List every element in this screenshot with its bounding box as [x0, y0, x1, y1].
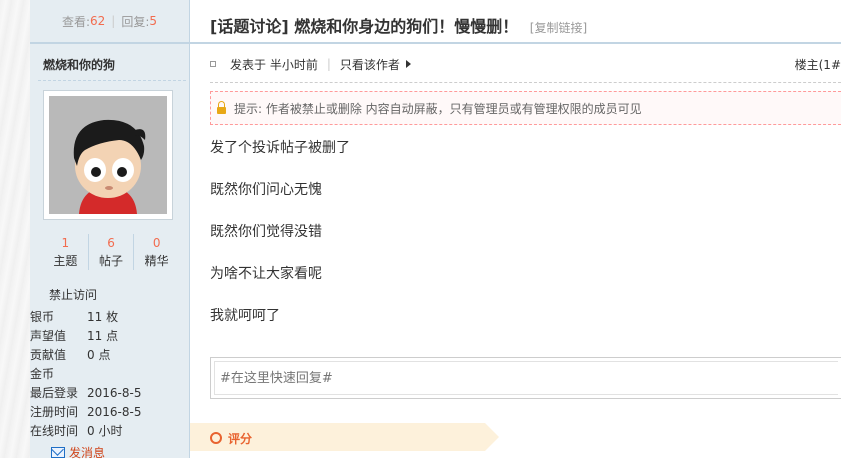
info-key: 在线时间 [30, 424, 79, 438]
stat-digest[interactable]: 0 精华 [134, 234, 179, 270]
send-message-label: 发消息 [69, 446, 106, 460]
floor-number[interactable]: 楼主(1# [795, 56, 841, 73]
replies-label: 回复: [121, 14, 150, 29]
info-value: 11 点 [87, 329, 119, 343]
stats-separator: | [111, 14, 116, 28]
views-label: 查看: [61, 14, 91, 29]
views-count: 62 [90, 14, 106, 28]
info-row: 注册时间 2016-8-5 [30, 403, 189, 422]
send-message-link[interactable]: 发消息 [51, 444, 105, 461]
info-key: 银币 [30, 310, 55, 324]
stat-label: 精华 [144, 254, 169, 268]
online-status-icon [210, 61, 216, 67]
stat-label: 主题 [53, 254, 78, 268]
info-key: 声望值 [30, 329, 67, 343]
info-value: 2016-8-5 [87, 405, 142, 419]
info-value: 0 小时 [87, 424, 123, 438]
stat-value: 6 [107, 236, 115, 250]
divider [210, 82, 841, 83]
thread-stats: 查看: 62 | 回复: 5 [30, 0, 189, 44]
rating-label[interactable]: 评分 [228, 430, 252, 447]
info-row: 声望值 11 点 [30, 327, 189, 346]
stat-topics[interactable]: 1 主题 [43, 234, 89, 270]
info-row: 在线时间 0 小时 [30, 422, 189, 441]
page-background [0, 0, 30, 458]
info-value: 11 枚 [87, 310, 119, 324]
post-content: 发了个投诉帖子被删了 既然你们问心无愧 既然你们觉得没错 为啥不让大家看呢 我就… [210, 138, 350, 348]
divider [38, 80, 186, 81]
title-bar: [话题讨论] 燃烧和你身边的狗们！慢慢删！ [复制链接] [190, 0, 841, 44]
thread-title: [话题讨论] 燃烧和你身边的狗们！慢慢删！ [复制链接] [210, 13, 587, 37]
post-line: 我就呵呵了 [210, 308, 280, 324]
lock-icon [217, 100, 226, 114]
info-key: 金币 [30, 367, 55, 381]
caret-right-icon [405, 60, 411, 68]
stat-label: 帖子 [99, 254, 124, 268]
stat-value: 0 [152, 236, 161, 250]
copy-link-button[interactable]: [复制链接] [530, 21, 587, 35]
post-line: 既然你们觉得没错 [210, 224, 322, 240]
only-author-link[interactable]: 只看该作者 [340, 56, 400, 73]
user-stats: 1 主题 6 帖子 0 精华 [43, 234, 179, 270]
user-info: 银币 11 枚 声望值 11 点 贡献值 0 点 金币 最后登录 2016-8-… [30, 308, 189, 441]
info-value: 0 点 [87, 348, 111, 362]
stat-posts[interactable]: 6 帖子 [89, 234, 135, 270]
info-row: 最后登录 2016-8-5 [30, 384, 189, 403]
post-line: 发了个投诉帖子被删了 [210, 140, 350, 156]
author-username[interactable]: 燃烧和你的狗 [43, 56, 115, 73]
cartoon-avatar-icon [49, 96, 167, 214]
post-line: 为啥不让大家看呢 [210, 266, 322, 282]
meta-separator: | [326, 57, 331, 71]
rating-bar: 评分 [190, 423, 499, 451]
avatar-frame[interactable] [43, 90, 173, 220]
rating-circle-icon [210, 432, 222, 444]
envelope-icon [51, 447, 65, 458]
info-row: 金币 [30, 365, 189, 384]
info-row: 银币 11 枚 [30, 308, 189, 327]
posted-time: 发表于 半小时前 [230, 57, 318, 72]
stat-value: 1 [61, 236, 70, 250]
author-sidebar: 查看: 62 | 回复: 5 燃烧和你的狗 1 主题 6 帖子 0 精华 禁止访… [30, 0, 190, 461]
info-key: 最后登录 [30, 386, 79, 400]
info-key: 贡献值 [30, 348, 67, 362]
replies-count: 5 [149, 14, 158, 28]
info-row: 贡献值 0 点 [30, 346, 189, 365]
avatar[interactable] [49, 96, 167, 214]
info-key: 注册时间 [30, 405, 79, 419]
user-group[interactable]: 禁止访问 [49, 286, 97, 303]
post-main: [话题讨论] 燃烧和你身边的狗们！慢慢删！ [复制链接] 发表于 半小时前 | … [190, 0, 841, 458]
info-value: 2016-8-5 [87, 386, 142, 400]
post-line: 既然你们问心无愧 [210, 182, 322, 198]
thread-title-text: [话题讨论] 燃烧和你身边的狗们！慢慢删！ [210, 17, 519, 36]
quick-reply-input[interactable] [214, 361, 838, 395]
quick-reply-box [210, 357, 841, 399]
post-meta: 发表于 半小时前 | 只看该作者 [210, 56, 841, 72]
locked-notice: 提示: 作者被禁止或删除 内容自动屏蔽，只有管理员或有管理权限的成员可见 [210, 91, 841, 125]
locked-notice-text: 提示: 作者被禁止或删除 内容自动屏蔽，只有管理员或有管理权限的成员可见 [234, 101, 642, 116]
